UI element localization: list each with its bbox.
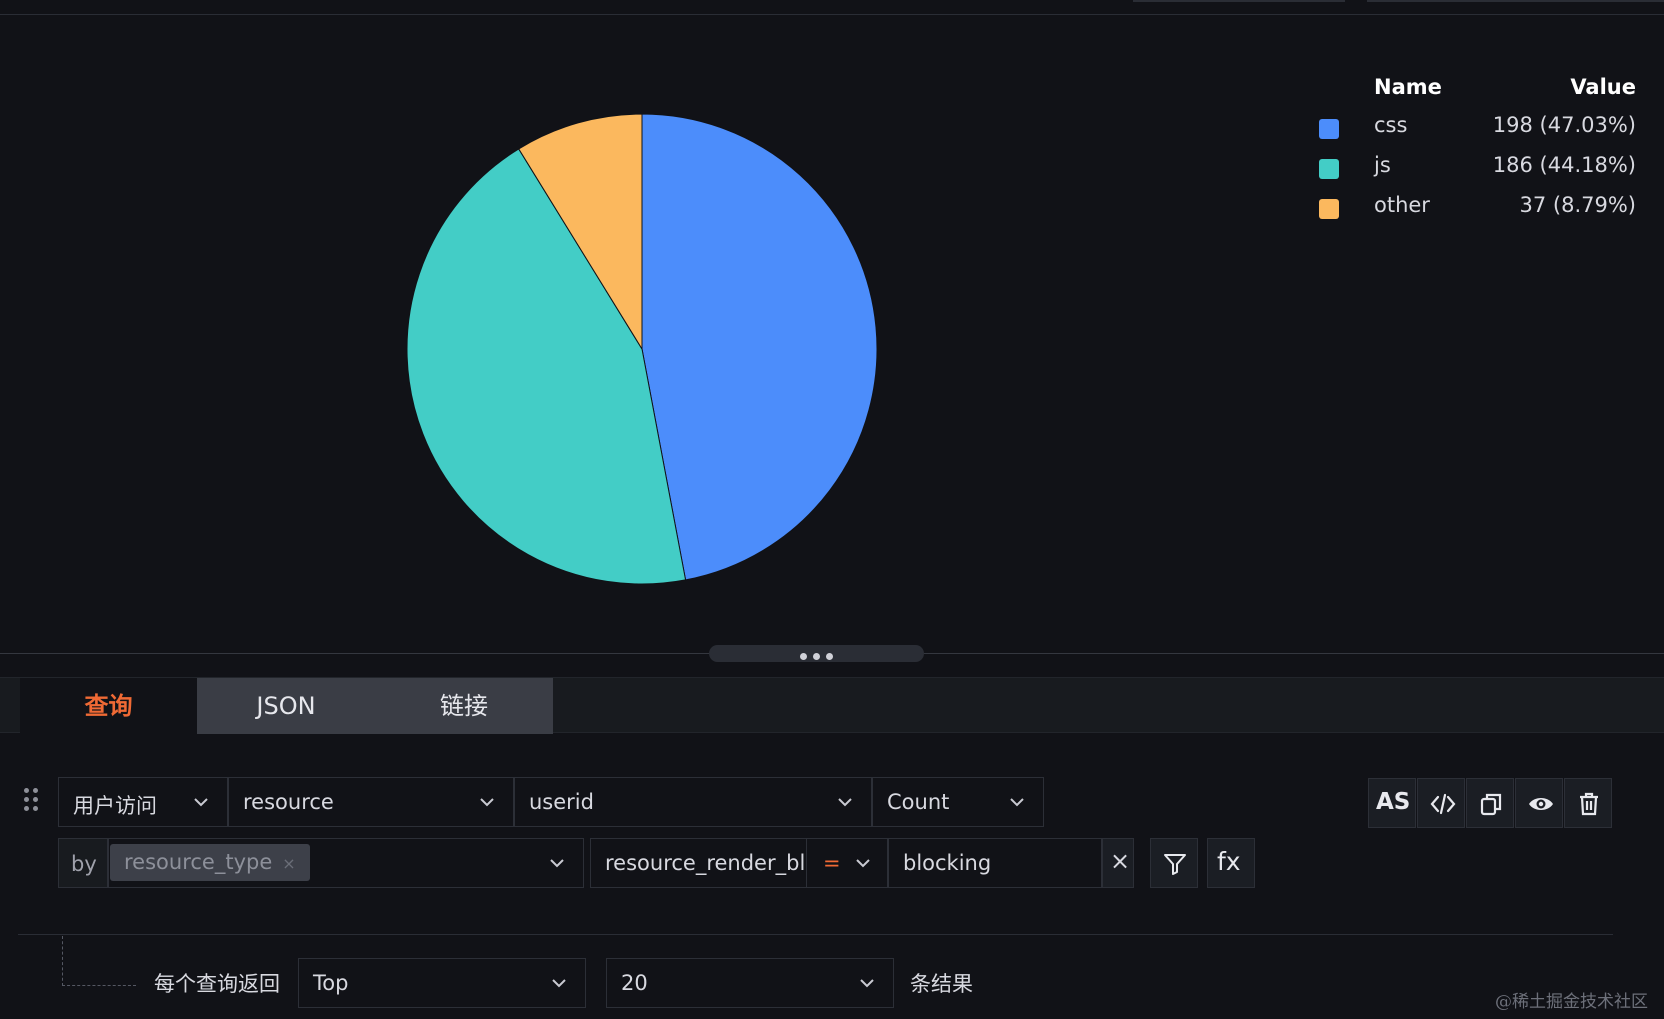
legend-value-header: Value (1570, 75, 1636, 99)
filter-operator-value: = (823, 851, 841, 875)
chevron-down-icon (194, 798, 208, 807)
order-select-value: Top (313, 971, 349, 995)
legend-value-other: 37 (8.79%) (1519, 193, 1637, 217)
limit-count-value: 20 (621, 971, 648, 995)
tree-connector (62, 936, 63, 986)
chevron-down-icon (838, 798, 852, 807)
chevron-down-icon (1010, 798, 1024, 807)
legend-label-css: css (1374, 113, 1408, 137)
clear-filter-button[interactable]: × (1102, 838, 1134, 888)
eye-icon (1529, 798, 1553, 810)
close-icon: × (1110, 847, 1131, 875)
filter-icon (1164, 854, 1186, 875)
measurement-select[interactable]: resource (228, 777, 514, 827)
chevron-down-icon (860, 979, 874, 988)
filter-key-value: resource_render_bl (605, 851, 805, 875)
handle-dot (826, 653, 833, 660)
source-select[interactable]: 用户访问 (58, 777, 228, 827)
as-alias-button[interactable]: AS (1368, 778, 1416, 828)
code-button[interactable] (1417, 778, 1465, 828)
tag-close-icon[interactable]: × (282, 854, 295, 873)
section-divider (18, 934, 1613, 935)
top-toolbar-edge (1133, 0, 1345, 2)
by-text: by (71, 852, 97, 876)
legend-value-js: 186 (44.18%) (1492, 153, 1636, 177)
panel-resize-handle[interactable] (709, 645, 924, 662)
chevron-down-icon (552, 979, 566, 988)
copy-button[interactable] (1466, 778, 1514, 828)
filter-button[interactable] (1150, 838, 1198, 888)
pie-chart (406, 113, 878, 585)
group-by-tag[interactable]: resource_type × (110, 844, 310, 881)
legend-swatch-js (1319, 159, 1339, 179)
aggregation-select-value: Count (887, 790, 950, 814)
legend-label-other: other (1374, 193, 1430, 217)
tab-query[interactable]: 查询 (20, 678, 197, 734)
chart-legend: Name Value css 198 (47.03%) js 186 (44.1… (1316, 75, 1636, 231)
legend-name-header: Name (1374, 75, 1442, 99)
source-select-value: 用户访问 (73, 794, 157, 818)
toggle-visibility-button[interactable] (1515, 778, 1563, 828)
filter-operator-select[interactable]: = (806, 838, 888, 888)
pie-slice-css[interactable] (641, 113, 878, 581)
tree-connector (62, 985, 136, 986)
handle-dot (800, 653, 807, 660)
delete-query-button[interactable] (1564, 778, 1612, 828)
legend-item-css[interactable]: css 198 (47.03%) (1316, 111, 1636, 151)
legend-header: Name Value (1316, 75, 1636, 111)
tab-link[interactable]: 链接 (375, 678, 553, 734)
as-button-label: AS (1376, 789, 1411, 815)
limit-count-select[interactable]: 20 (606, 958, 894, 1008)
trash-icon (1580, 792, 1598, 816)
filter-value-text: blocking (903, 851, 992, 875)
chevron-down-icon (550, 859, 564, 868)
legend-label-js: js (1374, 153, 1391, 177)
legend-item-js[interactable]: js 186 (44.18%) (1316, 151, 1636, 191)
group-by-tag-label: resource_type (124, 850, 273, 874)
top-toolbar-edge (1367, 0, 1664, 2)
handle-dot (813, 653, 820, 660)
field-select[interactable]: userid (514, 777, 872, 827)
code-icon (1430, 793, 1456, 815)
copy-icon (1480, 793, 1502, 816)
legend-value-css: 198 (47.03%) (1492, 113, 1636, 137)
pie-chart-panel: Name Value css 198 (47.03%) js 186 (44.1… (0, 15, 1664, 653)
legend-item-other[interactable]: other 37 (8.79%) (1316, 191, 1636, 231)
aggregation-select[interactable]: Count (872, 777, 1044, 827)
fx-icon: fx (1217, 847, 1241, 876)
group-by-label: by (58, 838, 108, 888)
query-editor: 用户访问 resource userid Count AS by resourc… (0, 734, 1664, 1019)
order-select[interactable]: Top (298, 958, 586, 1008)
chevron-down-icon (480, 798, 494, 807)
limit-suffix-label: 条结果 (910, 972, 973, 996)
editor-tabs: 查询 JSON 链接 (0, 677, 1664, 734)
legend-swatch-other (1319, 199, 1339, 219)
filter-key-input[interactable]: resource_render_bl (590, 838, 808, 888)
drag-handle-icon[interactable] (24, 788, 40, 812)
function-button[interactable]: fx (1207, 838, 1255, 888)
watermark: @稀土掘金技术社区 (1495, 992, 1648, 1012)
field-select-value: userid (529, 790, 594, 814)
filter-value-input[interactable]: blocking (888, 838, 1102, 888)
measurement-select-value: resource (243, 790, 334, 814)
limit-prefix-label: 每个查询返回 (154, 972, 280, 996)
legend-swatch-css (1319, 119, 1339, 139)
tab-json[interactable]: JSON (197, 678, 375, 734)
chevron-down-icon (856, 859, 870, 868)
